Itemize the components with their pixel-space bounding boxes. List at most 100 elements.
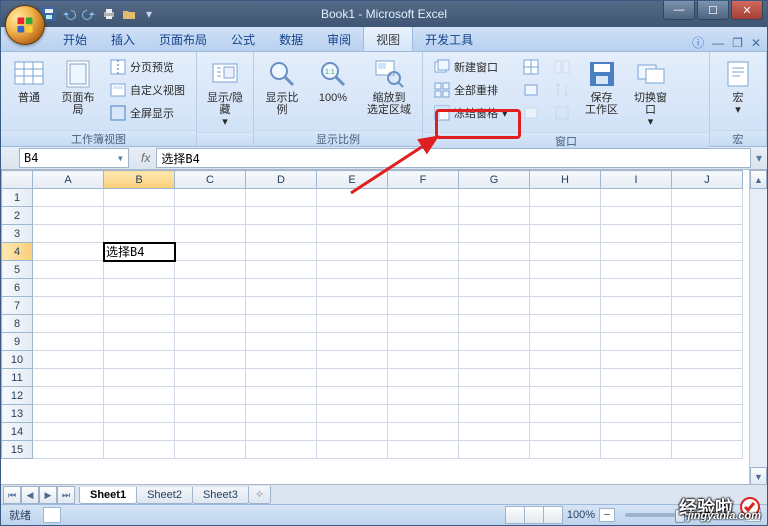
tab-developer[interactable]: 开发工具 <box>413 27 485 51</box>
cell-D15[interactable] <box>246 441 317 459</box>
switch-windows-button[interactable]: 切换窗口▾ <box>627 54 675 132</box>
help-icon[interactable]: ⓘ <box>692 34 704 51</box>
tab-formulas[interactable]: 公式 <box>219 27 267 51</box>
mdi-close-icon[interactable]: ✕ <box>751 36 761 50</box>
col-header-H[interactable]: H <box>530 171 601 189</box>
tab-view[interactable]: 视图 <box>363 26 413 51</box>
cell-B4[interactable]: 选择B4 <box>104 243 175 261</box>
cell-F11[interactable] <box>388 369 459 387</box>
zoom-level[interactable]: 100% <box>567 509 595 521</box>
cell-F1[interactable] <box>388 189 459 207</box>
row-header-3[interactable]: 3 <box>2 225 33 243</box>
row-header-2[interactable]: 2 <box>2 207 33 225</box>
cell-G14[interactable] <box>459 423 530 441</box>
undo-icon[interactable] <box>61 6 77 22</box>
cell-F12[interactable] <box>388 387 459 405</box>
cell-C11[interactable] <box>175 369 246 387</box>
cell-E15[interactable] <box>317 441 388 459</box>
sheet-tab-2[interactable]: Sheet2 <box>136 487 193 504</box>
cell-H3[interactable] <box>530 225 601 243</box>
cell-H5[interactable] <box>530 261 601 279</box>
new-sheet-button[interactable]: ✧ <box>248 486 271 504</box>
cell-C14[interactable] <box>175 423 246 441</box>
cell-F3[interactable] <box>388 225 459 243</box>
cell-I12[interactable] <box>601 387 672 405</box>
chevron-down-icon[interactable]: ▾ <box>117 151 124 165</box>
cell-D8[interactable] <box>246 315 317 333</box>
fx-icon[interactable]: fx <box>135 151 156 165</box>
cell-B11[interactable] <box>104 369 175 387</box>
cell-B5[interactable] <box>104 261 175 279</box>
unhide-window-button[interactable] <box>518 102 544 124</box>
cell-C3[interactable] <box>175 225 246 243</box>
cell-J13[interactable] <box>672 405 743 423</box>
cell-C6[interactable] <box>175 279 246 297</box>
cell-E12[interactable] <box>317 387 388 405</box>
cell-G13[interactable] <box>459 405 530 423</box>
col-header-C[interactable]: C <box>175 171 246 189</box>
sheet-tab-3[interactable]: Sheet3 <box>192 487 249 504</box>
cell-A1[interactable] <box>33 189 104 207</box>
maximize-button[interactable]: ☐ <box>697 1 729 20</box>
cell-G6[interactable] <box>459 279 530 297</box>
cell-C7[interactable] <box>175 297 246 315</box>
macro-record-icon[interactable] <box>43 507 61 523</box>
cell-C4[interactable] <box>175 243 246 261</box>
cell-A8[interactable] <box>33 315 104 333</box>
select-all-corner[interactable] <box>2 171 33 189</box>
minimize-button[interactable]: — <box>663 1 695 20</box>
cell-F9[interactable] <box>388 333 459 351</box>
row-header-9[interactable]: 9 <box>2 333 33 351</box>
cell-I1[interactable] <box>601 189 672 207</box>
cell-B10[interactable] <box>104 351 175 369</box>
zoom-button[interactable]: 显示比例 <box>258 54 306 120</box>
cell-A5[interactable] <box>33 261 104 279</box>
cell-E1[interactable] <box>317 189 388 207</box>
cell-D7[interactable] <box>246 297 317 315</box>
cell-C9[interactable] <box>175 333 246 351</box>
cell-F5[interactable] <box>388 261 459 279</box>
col-header-A[interactable]: A <box>33 171 104 189</box>
qat-open-icon[interactable] <box>121 6 137 22</box>
cell-G15[interactable] <box>459 441 530 459</box>
cell-C1[interactable] <box>175 189 246 207</box>
cell-J1[interactable] <box>672 189 743 207</box>
cell-B15[interactable] <box>104 441 175 459</box>
cell-D6[interactable] <box>246 279 317 297</box>
cell-E2[interactable] <box>317 207 388 225</box>
sheet-tab-1[interactable]: Sheet1 <box>79 487 137 504</box>
cell-I7[interactable] <box>601 297 672 315</box>
cell-D9[interactable] <box>246 333 317 351</box>
cell-I8[interactable] <box>601 315 672 333</box>
cell-J12[interactable] <box>672 387 743 405</box>
custom-views-button[interactable]: 自定义视图 <box>105 79 190 101</box>
scroll-up-icon[interactable]: ▲ <box>750 170 767 189</box>
cell-C15[interactable] <box>175 441 246 459</box>
cell-E3[interactable] <box>317 225 388 243</box>
col-header-E[interactable]: E <box>317 171 388 189</box>
cell-D12[interactable] <box>246 387 317 405</box>
col-header-I[interactable]: I <box>601 171 672 189</box>
tab-nav-first-icon[interactable]: ⏮ <box>3 486 21 504</box>
close-button[interactable]: ✕ <box>731 1 763 20</box>
cell-H4[interactable] <box>530 243 601 261</box>
cell-A14[interactable] <box>33 423 104 441</box>
cell-D14[interactable] <box>246 423 317 441</box>
cell-J5[interactable] <box>672 261 743 279</box>
view-normal-button[interactable]: 普通 <box>5 54 53 108</box>
cell-C13[interactable] <box>175 405 246 423</box>
col-header-D[interactable]: D <box>246 171 317 189</box>
qat-print-icon[interactable] <box>101 6 117 22</box>
cell-A12[interactable] <box>33 387 104 405</box>
name-box[interactable]: B4 ▾ <box>19 148 129 168</box>
cell-C8[interactable] <box>175 315 246 333</box>
tab-page-layout[interactable]: 页面布局 <box>147 27 219 51</box>
row-header-12[interactable]: 12 <box>2 387 33 405</box>
row-header-5[interactable]: 5 <box>2 261 33 279</box>
macros-button[interactable]: 宏▾ <box>714 54 762 120</box>
reset-position-button[interactable] <box>549 102 575 124</box>
cell-G8[interactable] <box>459 315 530 333</box>
cell-C2[interactable] <box>175 207 246 225</box>
cell-H6[interactable] <box>530 279 601 297</box>
mdi-minimize-icon[interactable]: — <box>712 36 724 50</box>
